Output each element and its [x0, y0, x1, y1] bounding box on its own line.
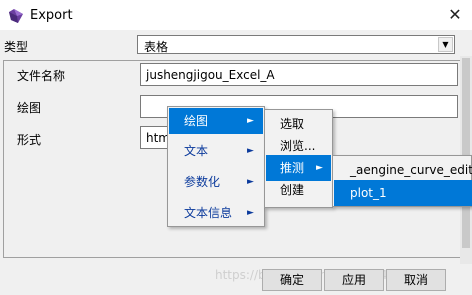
chevron-down-icon[interactable]: ▼ [438, 37, 453, 52]
title-bar: Export ✕ [0, 0, 472, 30]
menu-item-label: 文本信息 [184, 206, 233, 220]
filename-label: 文件名称 [17, 69, 66, 83]
menu-item-label: 参数化 [184, 175, 221, 189]
menu-item-label: 文本 [184, 144, 209, 158]
format-label: 形式 [17, 133, 42, 147]
type-select[interactable]: 表格 ▼ [137, 35, 455, 54]
close-icon[interactable]: ✕ [438, 0, 472, 30]
plot-submenu: 选取 浏览... 推测 ► 创建 [264, 109, 333, 208]
type-label: 类型 [4, 40, 29, 54]
menu-item-label: 推测 [280, 161, 305, 175]
menu-item-plot-1[interactable]: plot_1 [334, 180, 472, 206]
window-title: Export [30, 8, 73, 23]
scrollbar-thumb[interactable] [462, 58, 470, 248]
chevron-right-icon: ► [247, 177, 254, 187]
app-logo-icon [8, 8, 24, 27]
menu-item-label: plot_1 [350, 186, 387, 200]
menu-item-text[interactable]: 文本 ► [169, 138, 263, 164]
filename-value: jushengjigou_Excel_A [146, 68, 275, 82]
menu-item-label: _aengine_curve_edito [350, 163, 472, 177]
menu-item-create[interactable]: 创建 [266, 177, 331, 203]
filename-input[interactable]: jushengjigou_Excel_A [140, 63, 458, 86]
menu-item-plot[interactable]: 绘图 ► [169, 108, 263, 134]
type-select-value: 表格 [144, 40, 169, 54]
menu-item-text-info[interactable]: 文本信息 ► [169, 200, 263, 226]
cancel-button[interactable]: 取消 [386, 269, 446, 291]
ok-button[interactable]: 确定 [262, 269, 322, 291]
chevron-right-icon: ► [247, 116, 254, 126]
chevron-right-icon: ► [247, 208, 254, 218]
apply-button[interactable]: 应用 [324, 269, 384, 291]
menu-item-label: 创建 [280, 183, 305, 197]
infer-submenu: _aengine_curve_edito plot_1 [332, 155, 472, 207]
chevron-right-icon: ► [247, 146, 254, 156]
menu-item-label: 选取 [280, 117, 305, 131]
menu-item-parameterize[interactable]: 参数化 ► [169, 169, 263, 195]
menu-item-label: 浏览... [280, 139, 316, 153]
menu-item-label: 绘图 [184, 114, 209, 128]
context-menu: 绘图 ► 文本 ► 参数化 ► 文本信息 ► [167, 106, 265, 227]
plot-label: 绘图 [17, 101, 42, 115]
